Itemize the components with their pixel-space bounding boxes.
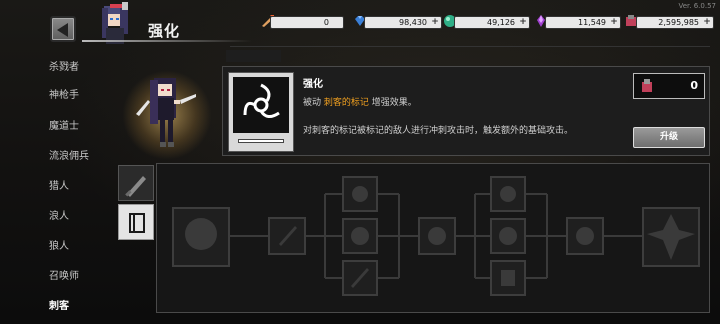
resource-crystals: 11,549 + <box>545 16 621 29</box>
sidebar-item-ronin[interactable]: 浪人 <box>49 207 69 222</box>
sidebar-item-slayer[interactable]: 杀戮者 <box>49 58 79 73</box>
skill-tree-panel <box>156 163 710 313</box>
resource-energy-value: 0 <box>323 18 329 27</box>
header-divider <box>230 46 710 47</box>
tab-skills[interactable] <box>118 204 154 240</box>
add-orbs-button[interactable]: + <box>519 18 527 27</box>
title-underline <box>82 40 252 42</box>
resource-orbs: 49,126 + <box>454 16 530 29</box>
upgrade-button[interactable]: 升级 <box>633 127 705 148</box>
skill-description: 对刺客的标记被标记的敌人进行冲刺攻击时，触发额外的基础攻击。 <box>303 126 574 136</box>
skill-highlight: 刺客的标记 <box>323 98 369 108</box>
sidebar-item-gunner[interactable]: 神枪手 <box>49 86 79 101</box>
resource-orbs-value: 49,126 <box>487 18 515 27</box>
sidebar-item-mercenary[interactable]: 流浪佣兵 <box>49 147 89 162</box>
upgrade-cost-value: 0 <box>690 79 698 92</box>
skill-info-panel: 强化 被动 刺客的标记 增强效果。 对刺客的标记被标记的敌人进行冲刺攻击时，触发… <box>222 66 710 156</box>
red-coin-icon <box>642 79 652 92</box>
sidebar-item-assassin[interactable]: 刺客 <box>49 297 69 312</box>
upgrade-cost: 0 <box>633 73 705 99</box>
top-bar: 强化 Ver. 6.0.57 0 98,430 + 49,126 + 11,54… <box>0 0 720 47</box>
back-arrow-icon <box>57 23 68 37</box>
back-button[interactable] <box>50 16 76 42</box>
skill-summary-suffix: 增强效果。 <box>371 98 417 108</box>
tab-weapon[interactable] <box>118 165 154 201</box>
assassin-character-sprite <box>136 78 196 147</box>
shuriken-swirl-icon <box>243 83 280 118</box>
skill-type: 被动 <box>303 98 322 108</box>
book-icon <box>129 213 145 233</box>
sidebar-item-mage[interactable]: 魔道士 <box>49 117 79 132</box>
resource-gems-value: 98,430 <box>399 18 427 27</box>
skill-icon-background <box>233 77 289 133</box>
panel-tab-label <box>226 50 281 62</box>
resource-coins-value: 2,595,985 <box>658 18 699 27</box>
add-gems-button[interactable]: + <box>431 18 439 27</box>
version-label: Ver. 6.0.57 <box>678 2 716 10</box>
sidebar-item-hunter[interactable]: 猎人 <box>49 177 69 192</box>
sidebar-item-summoner[interactable]: 召唤师 <box>49 267 79 282</box>
sidebar-item-werewolf[interactable]: 狼人 <box>49 237 69 252</box>
add-coins-button[interactable]: + <box>703 18 711 27</box>
skill-summary: 被动 刺客的标记 增强效果。 <box>303 95 417 108</box>
page-title: 强化 <box>148 22 181 40</box>
skill-tree-graph <box>172 176 700 296</box>
resource-gems: 98,430 + <box>364 16 442 29</box>
resource-energy: 0 <box>270 16 344 29</box>
skill-level-bar <box>238 139 284 143</box>
resource-coins: 2,595,985 + <box>636 16 714 29</box>
resource-crystals-value: 11,549 <box>578 18 606 27</box>
skill-icon-frame <box>228 72 294 152</box>
sword-icon <box>125 176 146 197</box>
add-crystals-button[interactable]: + <box>610 18 618 27</box>
skill-name: 强化 <box>303 79 323 90</box>
